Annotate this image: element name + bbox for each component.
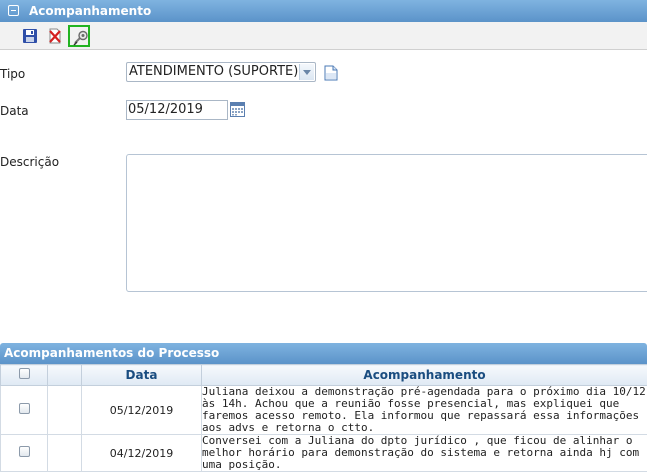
table-row[interactable]: 05/12/2019 Juliana deixou a demonstração… (1, 386, 647, 435)
tipo-select-value: ATENDIMENTO (SUPORTE) (129, 64, 298, 79)
row-date: 05/12/2019 (82, 386, 202, 435)
row-checkbox-cell[interactable] (1, 435, 48, 472)
date-column-header[interactable]: Data (82, 365, 202, 386)
row-checkbox[interactable] (19, 446, 30, 457)
attach-button[interactable] (68, 25, 90, 47)
delete-icon (47, 28, 63, 44)
tipo-select[interactable]: ATENDIMENTO (SUPORTE) (126, 62, 316, 82)
row-checkbox-cell[interactable] (1, 386, 48, 435)
panel-title: Acompanhamento (29, 4, 151, 18)
row-text: Juliana deixou a demonstração pré-agenda… (202, 386, 647, 435)
table-row[interactable]: 04/12/2019 Conversei com a Juliana do dp… (1, 435, 647, 472)
row-date: 04/12/2019 (82, 435, 202, 472)
tipo-label: Tipo (0, 67, 25, 81)
descricao-label: Descrição (0, 155, 59, 169)
document-icon[interactable] (324, 65, 338, 81)
row-text: Conversei com a Juliana do dpto jurídico… (202, 435, 647, 472)
row-checkbox[interactable] (19, 403, 30, 414)
descricao-textarea[interactable] (126, 154, 647, 292)
data-label: Data (0, 104, 29, 118)
collapse-icon[interactable] (8, 5, 19, 16)
chevron-down-icon[interactable] (299, 64, 314, 80)
blank-cell (48, 435, 82, 472)
attach-icon (73, 30, 89, 46)
acompanhamento-column-header[interactable]: Acompanhamento (202, 365, 647, 386)
calendar-icon[interactable] (230, 102, 245, 117)
save-icon (22, 28, 38, 44)
blank-cell (48, 386, 82, 435)
date-input-value: 05/12/2019 (128, 102, 203, 117)
grid-title: Acompanhamentos do Processo (0, 343, 647, 364)
date-input[interactable]: 05/12/2019 (126, 100, 228, 120)
select-all-header[interactable] (1, 365, 48, 386)
delete-button[interactable] (44, 25, 66, 47)
select-all-checkbox[interactable] (19, 368, 30, 379)
followup-table: Data Acompanhamento 05/12/2019 Juliana d… (0, 364, 647, 472)
toolbar (0, 22, 647, 50)
save-button[interactable] (19, 25, 41, 47)
blank-column-header (48, 365, 82, 386)
panel-title-bar: Acompanhamento (0, 0, 647, 22)
